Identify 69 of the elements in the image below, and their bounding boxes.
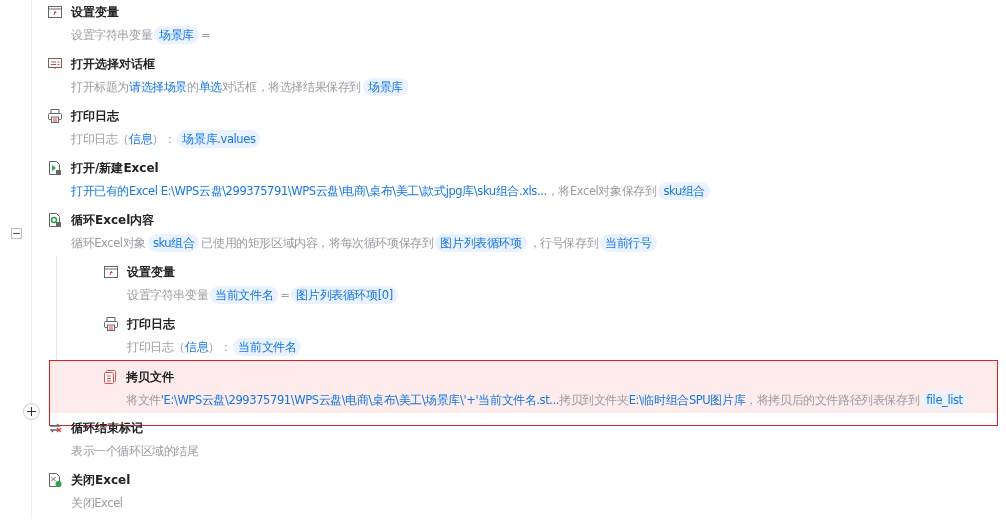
- step-title: 打开/新建Excel: [71, 160, 160, 176]
- description-text: 循环Excel对象: [71, 235, 146, 252]
- minus-icon: [13, 230, 20, 237]
- printer-icon: [103, 316, 119, 332]
- step-title: 设置变量: [127, 264, 176, 280]
- parameter-link[interactable]: E:\临时组合SPU图片库: [628, 391, 746, 409]
- variable-tag[interactable]: 图片列表循环项: [435, 234, 527, 252]
- description-text: 将文件: [126, 392, 161, 409]
- file-close-icon: [47, 472, 63, 488]
- description-text: ，将拷贝后的文件路径列表保存到: [745, 392, 920, 409]
- file-play-icon: [47, 160, 63, 176]
- description-text: 表示一个循环区域的结尾: [71, 443, 199, 460]
- description-text: ，行号保存到: [528, 235, 599, 252]
- description-text: 已使用的矩形区域内容，将每次循环项保存到: [201, 235, 434, 252]
- step-row[interactable]: 拷贝文件 将文件'E:\WPS云盘\299375791\WPS云盘\电商\桌布\美工\场景库\'+'当前文件名.st...拷贝到文件夹E:\临时组合SPU图片库，将拷贝后的文件路径列表保存到 file_list: [50, 361, 997, 413]
- step-title: 拷贝文件: [126, 369, 175, 385]
- variable-icon: [47, 4, 63, 20]
- step-title: 关闭Excel: [71, 472, 131, 488]
- step-row[interactable]: 循环Excel内容 循环Excel对象 sku组合 已使用的矩形区域内容，将每次循环项保存到 图片列表循环项 ，行号保存到 当前行号: [32, 204, 1006, 256]
- description-text: 拷贝到文件夹: [559, 392, 629, 409]
- parameter-link[interactable]: 'E:\WPS云盘\299375791\WPS云盘\电商\桌布\美工\场景库\'+'当前文件名.st...: [160, 391, 560, 409]
- step-title: 打印日志: [71, 108, 120, 124]
- step-title: 打开选择对话框: [71, 56, 156, 72]
- description-text: 打开标题为: [71, 79, 129, 96]
- step-title: 设置变量: [71, 4, 120, 20]
- description-text: ）：: [152, 131, 176, 148]
- description-text: =: [280, 287, 290, 304]
- description-text: ，将Excel对象保存到: [546, 183, 657, 200]
- parameter-link[interactable]: 打开已有的Excel E:\WPS云盘\299375791\WPS云盘\电商\桌布\美工\款式jpg库\sku组合.xls...: [71, 182, 547, 200]
- step-row[interactable]: 打开选择对话框 打开标题为请选择场景的单选对话框，将选择结果保存到 场景库: [32, 48, 1006, 100]
- variable-tag[interactable]: 场景库.values: [177, 130, 261, 148]
- variable-tag[interactable]: sku组合: [147, 234, 200, 252]
- variable-icon: [103, 264, 119, 280]
- parameter-link[interactable]: 信息: [129, 130, 153, 148]
- variable-tag[interactable]: 当前行号: [600, 234, 657, 252]
- description-text: 对话框，将选择结果保存到: [221, 79, 362, 96]
- variable-tag[interactable]: 场景库: [363, 78, 408, 96]
- variable-tag[interactable]: 当前文件名: [210, 286, 279, 304]
- step-row[interactable]: 设置变量 设置字符串变量 当前文件名 = 图片列表循环项[0]: [57, 256, 1006, 308]
- copy-file-icon: [102, 369, 118, 385]
- description-text: 关闭Excel: [71, 495, 123, 512]
- description-text: 的: [187, 79, 199, 96]
- variable-tag[interactable]: file_list: [921, 391, 968, 409]
- variable-tag[interactable]: sku组合: [658, 182, 710, 200]
- parameter-link[interactable]: 单选: [198, 78, 222, 96]
- description-text: 打印日志（: [71, 131, 129, 148]
- step-row[interactable]: 设置变量 设置字符串变量 场景库 =: [32, 0, 1006, 48]
- dialog-icon: [47, 56, 63, 72]
- description-text: 设置字符串变量: [71, 27, 153, 44]
- plus-icon: [27, 407, 36, 416]
- file-loop-icon: [47, 212, 63, 228]
- parameter-link[interactable]: 请选择场景: [129, 78, 188, 96]
- description-text: ）：: [208, 339, 232, 356]
- step-row[interactable]: 关闭Excel 关闭Excel: [32, 464, 1006, 516]
- printer-icon: [47, 108, 63, 124]
- parameter-link[interactable]: 信息: [185, 338, 209, 356]
- description-text: 打印日志（: [127, 339, 185, 356]
- description-text: 设置字符串变量: [127, 287, 209, 304]
- step-row[interactable]: 打开/新建Excel 打开已有的Excel E:\WPS云盘\299375791\WPS云盘\电商\桌布\美工\款式jpg库\sku组合.xls...，将Excel对象保存到 sku组合: [32, 152, 1006, 204]
- variable-tag[interactable]: 图片列表循环项[0]: [291, 286, 398, 304]
- collapse-toggle[interactable]: [11, 228, 22, 239]
- variable-tag[interactable]: 场景库: [154, 26, 199, 44]
- step-row[interactable]: 打印日志 打印日志（信息）： 场景库.values: [32, 100, 1006, 152]
- description-text: =: [201, 27, 211, 44]
- variable-tag[interactable]: 当前文件名: [233, 338, 302, 356]
- step-row[interactable]: 打印日志 打印日志（信息）： 当前文件名: [57, 308, 1006, 360]
- step-title: 打印日志: [127, 316, 176, 332]
- add-step-button[interactable]: [23, 403, 40, 420]
- step-title: 循环Excel内容: [71, 212, 156, 228]
